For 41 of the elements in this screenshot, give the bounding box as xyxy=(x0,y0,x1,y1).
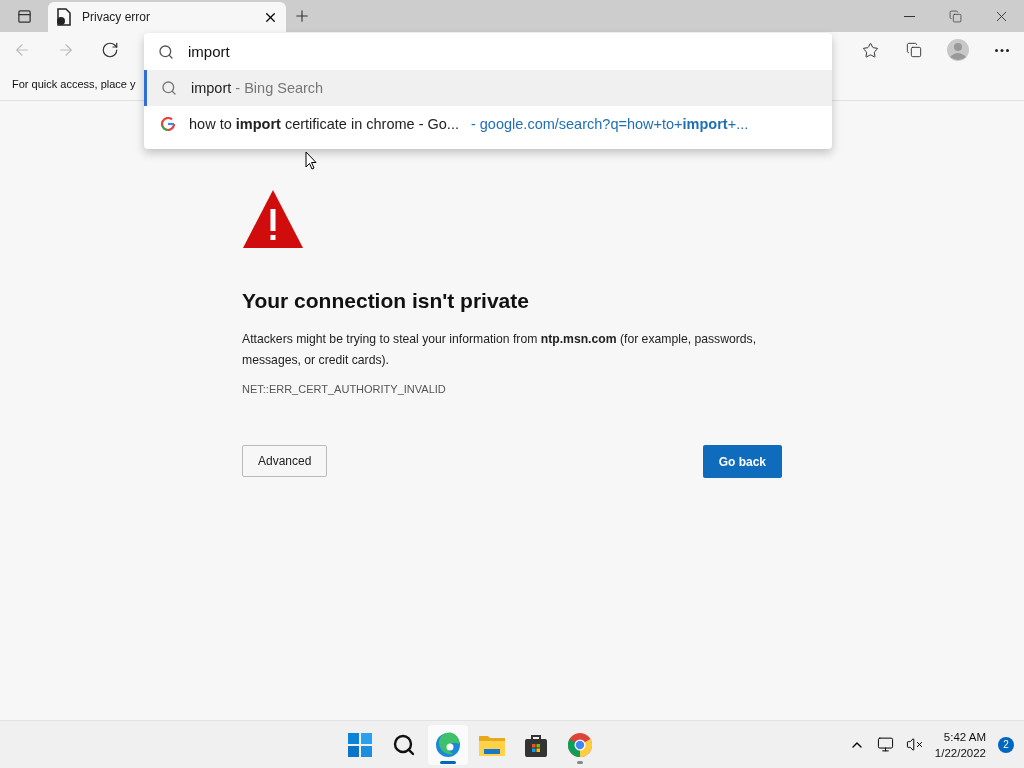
error-title: Your connection isn't private xyxy=(242,289,530,313)
avatar-icon xyxy=(947,39,969,61)
folder-icon xyxy=(479,733,506,756)
search-icon xyxy=(158,43,174,60)
clock-date: 1/22/2022 xyxy=(934,745,986,761)
muted-speaker-icon[interactable] xyxy=(905,736,923,753)
minimize-icon xyxy=(903,15,915,17)
plus-icon xyxy=(293,7,311,25)
store-bag-icon xyxy=(524,732,549,757)
suggestion-item[interactable]: how to import certificate in chrome - Go... - google.com/search?q=how+to+import+... xyxy=(144,106,832,142)
collections-icon xyxy=(906,42,922,58)
google-logo-icon xyxy=(161,117,175,131)
go-back-button[interactable]: Go back xyxy=(702,445,782,478)
suggestion-text: how to import certificate in chrome - Go... xyxy=(189,116,459,132)
tab-title: Privacy error xyxy=(82,10,151,24)
suggestion-item[interactable]: import - Bing Search xyxy=(144,70,832,106)
browser-tab[interactable]: Privacy error xyxy=(48,2,286,32)
error-description: Attackers might be trying to steal your information from ntp.msn.com (for example, passwords, messages, or credit cards). xyxy=(242,331,758,369)
windows-logo-icon xyxy=(348,732,373,757)
favorites-bar-hint: For quick access, place y xyxy=(12,78,136,90)
error-code: NET::ERR_CERT_AUTHORITY_INVALID xyxy=(242,383,447,395)
notification-badge[interactable]: 2 xyxy=(998,736,1014,753)
suggestion-text: import xyxy=(191,80,232,96)
tab-panel-icon xyxy=(16,8,32,24)
warning-icon xyxy=(242,189,304,249)
clock-time: 5:42 AM xyxy=(943,729,986,745)
mouse-cursor-icon xyxy=(305,151,317,170)
network-icon[interactable] xyxy=(876,736,894,753)
chrome-browser-icon xyxy=(568,732,593,757)
search-icon xyxy=(392,732,417,757)
more-icon xyxy=(995,48,1009,52)
forward-arrow-icon xyxy=(57,41,75,59)
suggestion-source: - Bing Search xyxy=(234,80,324,96)
address-field[interactable]: import xyxy=(144,33,832,70)
edge-browser-icon xyxy=(435,731,462,758)
suggestion-url: - google.com/search?q=how+to+import+... xyxy=(470,116,749,132)
search-icon xyxy=(161,80,177,96)
refresh-icon xyxy=(101,41,119,59)
star-icon xyxy=(861,41,879,59)
taskbar-app[interactable] xyxy=(428,724,469,765)
advanced-button[interactable]: Advanced xyxy=(242,445,328,477)
